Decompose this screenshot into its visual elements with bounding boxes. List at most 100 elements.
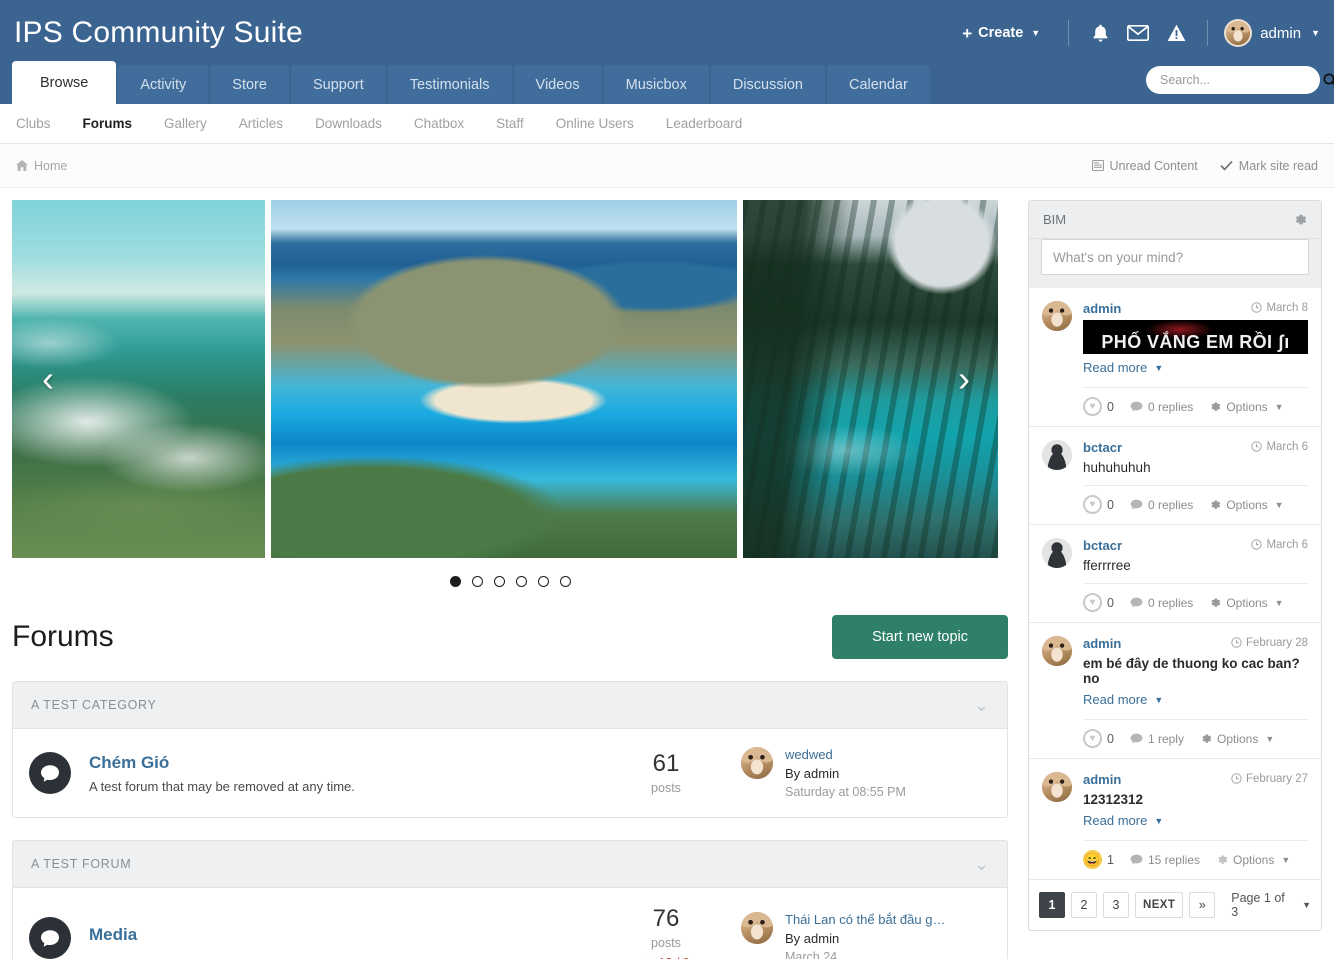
carousel-dot-5[interactable] bbox=[537, 576, 549, 587]
carousel-slide-1[interactable]: ‹ bbox=[12, 200, 265, 558]
comment-icon bbox=[1130, 401, 1143, 412]
options-button[interactable]: Options ▼ bbox=[1200, 732, 1274, 746]
status-post-image[interactable]: PHỐ VẮNG EM RỒI ʃı bbox=[1083, 320, 1308, 354]
start-new-topic-button[interactable]: Start new topic bbox=[832, 615, 1008, 659]
clock-icon bbox=[1231, 637, 1242, 648]
gear-icon bbox=[1211, 597, 1221, 607]
forum-link[interactable]: Media bbox=[89, 925, 137, 945]
subnav-item-gallery[interactable]: Gallery bbox=[148, 116, 223, 131]
create-label: Create bbox=[978, 25, 1024, 41]
forum-category-header[interactable]: A TEST FORUM ⌄ bbox=[13, 841, 1007, 888]
options-label: Options bbox=[1226, 595, 1268, 610]
tab-calendar[interactable]: Calendar bbox=[826, 65, 930, 104]
tab-videos[interactable]: Videos bbox=[513, 65, 602, 104]
carousel-dot-3[interactable] bbox=[493, 576, 505, 587]
options-button[interactable]: Options ▼ bbox=[1209, 595, 1284, 610]
read-more-button[interactable]: Read more ▼ bbox=[1083, 360, 1163, 375]
breadcrumb-home[interactable]: Home bbox=[16, 159, 67, 173]
subnav-item-online-users[interactable]: Online Users bbox=[540, 116, 650, 131]
options-button[interactable]: Options ▼ bbox=[1216, 853, 1290, 867]
create-button[interactable]: + Create ▼ bbox=[958, 21, 1056, 46]
read-more-button[interactable]: Read more ▼ bbox=[1083, 692, 1163, 707]
last-post-title[interactable]: wedwed bbox=[785, 747, 906, 762]
react-button[interactable]: ♥ 0 bbox=[1083, 397, 1114, 416]
carousel-prev-arrow[interactable]: ‹ bbox=[42, 361, 54, 397]
read-more-button[interactable]: Read more ▼ bbox=[1083, 813, 1163, 828]
tab-browse[interactable]: Browse bbox=[12, 61, 117, 104]
chevron-down-icon: ▼ bbox=[1154, 694, 1164, 705]
gear-icon[interactable] bbox=[1293, 213, 1307, 227]
react-button[interactable]: ♥ 0 bbox=[1083, 729, 1114, 748]
status-post-author[interactable]: admin bbox=[1083, 301, 1121, 316]
status-post-date: February 27 bbox=[1231, 773, 1308, 785]
main-column: ‹ › Forums Start new topic A TEST CATEGO… bbox=[12, 200, 1008, 959]
carousel-dot-6[interactable] bbox=[559, 576, 571, 587]
replies-link[interactable]: 0 replies bbox=[1130, 498, 1193, 512]
subnav-item-chatbox[interactable]: Chatbox bbox=[398, 116, 480, 131]
status-post-author[interactable]: admin bbox=[1083, 772, 1121, 787]
subnav-item-articles[interactable]: Articles bbox=[223, 116, 299, 131]
next-page-button[interactable]: NEXT bbox=[1135, 892, 1184, 918]
last-post-title[interactable]: Thái Lan có thể bắt đầu g… bbox=[785, 912, 945, 927]
unread-content-button[interactable]: Unread Content bbox=[1091, 159, 1198, 173]
carousel-next-arrow[interactable]: › bbox=[958, 361, 970, 397]
carousel-dot-1[interactable] bbox=[449, 576, 461, 587]
chevron-down-icon[interactable]: ⌄ bbox=[974, 855, 989, 873]
chevron-down-icon: ▼ bbox=[1302, 900, 1311, 910]
status-post-date: March 6 bbox=[1251, 539, 1308, 551]
tab-activity[interactable]: Activity bbox=[118, 65, 209, 104]
secondary-nav: Clubs Forums Gallery Articles Downloads … bbox=[0, 104, 1334, 144]
page-info-dropdown[interactable]: Page 1 of 3 ▼ bbox=[1231, 891, 1311, 919]
status-input[interactable] bbox=[1041, 239, 1309, 275]
tab-testimonials[interactable]: Testimonials bbox=[387, 65, 512, 104]
subnav-item-leaderboard[interactable]: Leaderboard bbox=[650, 116, 759, 131]
status-post-text: 12312312 bbox=[1083, 792, 1144, 807]
tab-musicbox[interactable]: Musicbox bbox=[603, 65, 709, 104]
status-post-actions: ♥ 0 1 reply Options ▼ bbox=[1083, 719, 1308, 758]
avatar bbox=[1042, 636, 1072, 666]
reaction-count: 0 bbox=[1107, 731, 1114, 746]
replies-link[interactable]: 0 replies bbox=[1130, 596, 1193, 610]
options-button[interactable]: Options ▼ bbox=[1209, 400, 1284, 414]
subnav-item-clubs[interactable]: Clubs bbox=[16, 116, 67, 131]
check-icon bbox=[1220, 160, 1233, 171]
status-post-author[interactable]: admin bbox=[1083, 636, 1121, 651]
react-button[interactable]: 😄 1 bbox=[1083, 850, 1114, 869]
react-button[interactable]: ♥ 0 bbox=[1083, 495, 1114, 514]
status-post-author[interactable]: bctacr bbox=[1083, 538, 1122, 553]
page-2-button[interactable]: 2 bbox=[1071, 892, 1097, 918]
forum-link[interactable]: Chém Gió bbox=[89, 753, 169, 773]
replies-link[interactable]: 0 replies bbox=[1130, 400, 1193, 414]
forum-category-header[interactable]: A TEST CATEGORY ⌄ bbox=[13, 682, 1007, 729]
page-1-button[interactable]: 1 bbox=[1039, 892, 1065, 918]
options-button[interactable]: Options ▼ bbox=[1209, 498, 1284, 512]
search-icon[interactable] bbox=[1321, 73, 1334, 88]
user-menu[interactable]: admin ▼ bbox=[1220, 19, 1320, 47]
mark-site-read-button[interactable]: Mark site read bbox=[1220, 159, 1318, 173]
search-box[interactable] bbox=[1146, 66, 1334, 94]
carousel-slide-2[interactable] bbox=[271, 200, 737, 558]
alerts-icon[interactable] bbox=[1157, 18, 1195, 48]
reaction-count: 0 bbox=[1107, 497, 1114, 512]
page-3-button[interactable]: 3 bbox=[1103, 892, 1129, 918]
messages-icon[interactable] bbox=[1119, 18, 1157, 48]
subnav-item-downloads[interactable]: Downloads bbox=[299, 116, 398, 131]
carousel-slide-3[interactable]: › bbox=[743, 200, 998, 558]
tab-discussion[interactable]: Discussion bbox=[710, 65, 825, 104]
avatar bbox=[741, 912, 773, 945]
chevron-down-icon[interactable]: ⌄ bbox=[974, 696, 989, 714]
tab-support[interactable]: Support bbox=[290, 65, 386, 104]
carousel-dot-4[interactable] bbox=[515, 576, 527, 587]
carousel-dot-2[interactable] bbox=[471, 576, 483, 587]
status-post-author[interactable]: bctacr bbox=[1083, 440, 1122, 455]
search-input[interactable] bbox=[1160, 73, 1321, 87]
last-page-button[interactable]: » bbox=[1189, 892, 1216, 918]
react-button[interactable]: ♥ 0 bbox=[1083, 593, 1114, 612]
subnav-item-forums[interactable]: Forums bbox=[67, 116, 149, 131]
tab-store[interactable]: Store bbox=[210, 65, 289, 104]
replies-link[interactable]: 15 replies bbox=[1130, 853, 1200, 867]
replies-link[interactable]: 1 reply bbox=[1130, 732, 1184, 746]
notifications-icon[interactable] bbox=[1081, 18, 1119, 48]
subnav-item-staff[interactable]: Staff bbox=[480, 116, 540, 131]
divider bbox=[1068, 20, 1070, 46]
